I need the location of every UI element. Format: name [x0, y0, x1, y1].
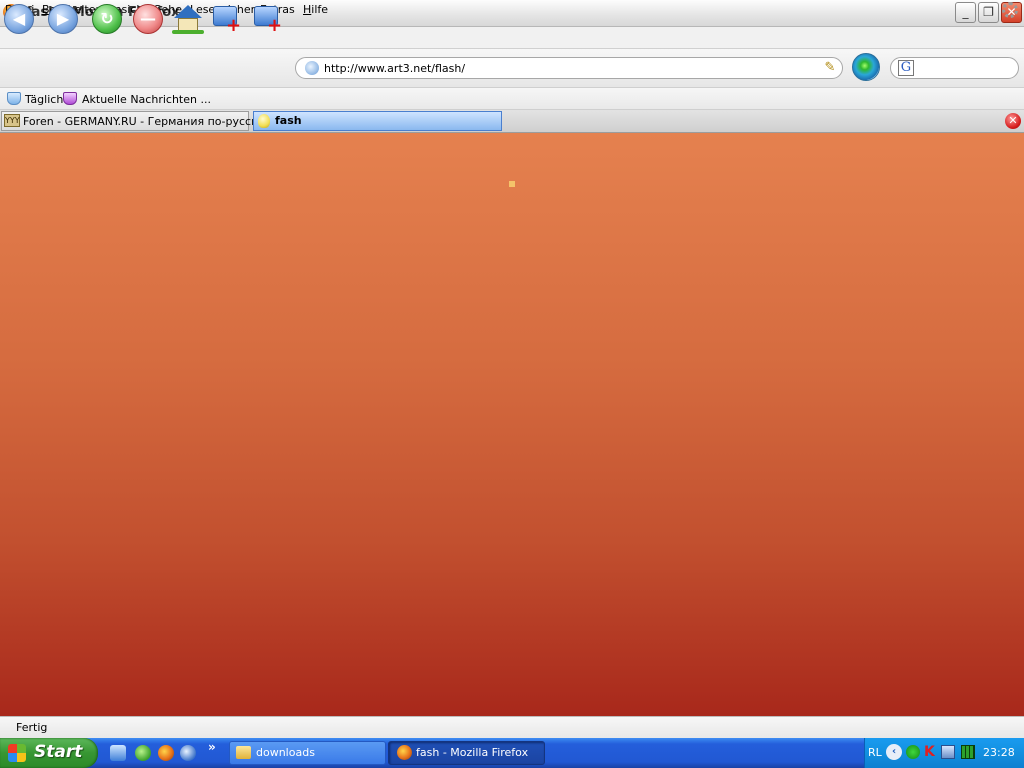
status-bar	[0, 716, 1024, 739]
show-desktop-icon[interactable]	[110, 745, 126, 761]
quicklaunch-more-button[interactable]: »	[208, 740, 216, 754]
firefox-quicklaunch-icon[interactable]	[158, 745, 174, 761]
folder-icon	[236, 746, 251, 759]
tray-k-icon[interactable]: K	[924, 745, 938, 759]
back-arrow-icon: ◀	[12, 9, 26, 28]
plus-icon: +	[226, 15, 242, 36]
tray-green-icon[interactable]	[906, 745, 920, 759]
live-bookmark-icon	[63, 92, 77, 105]
task-firefox-label: fash - Mozilla Firefox	[416, 746, 529, 759]
menu-hilfe[interactable]: Hilfe	[303, 3, 328, 16]
reload-icon: ↻	[100, 9, 114, 28]
status-text: Fertig	[16, 721, 48, 734]
firefox-icon	[397, 745, 412, 760]
new-tab-button[interactable]: +	[253, 4, 283, 36]
stop-icon: —	[140, 9, 156, 28]
start-label: Start	[34, 742, 83, 762]
bookmark-folder-icon	[7, 92, 21, 105]
tray-network-icon[interactable]	[941, 745, 955, 759]
flash-dot	[509, 181, 515, 187]
media-player-icon[interactable]	[180, 745, 196, 761]
tab-label: Foren - GERMANY.RU - Германия по-русски	[23, 115, 265, 128]
bookmark-aktuelle-nachrichten[interactable]: Aktuelle Nachrichten ...	[82, 93, 211, 106]
throbber-icon	[1002, 2, 1018, 18]
tray-expand-button[interactable]: ‹	[886, 744, 902, 760]
bookmark-taeglich[interactable]: Täglich	[25, 93, 63, 106]
bookmark-add-button[interactable]: +	[212, 4, 242, 36]
plus-icon: +	[267, 15, 283, 36]
page-content-flash[interactable]	[0, 133, 1024, 716]
google-icon[interactable]: G	[898, 60, 914, 76]
go-button[interactable]	[852, 53, 880, 81]
task-downloads-label: downloads	[256, 746, 315, 759]
home-button[interactable]	[172, 3, 204, 35]
lightbulb-favicon-icon	[258, 114, 270, 128]
germany-ru-favicon-icon: YYY	[4, 114, 20, 127]
site-globe-icon	[305, 61, 319, 75]
tab-label: fash	[275, 114, 302, 127]
windows-logo-icon	[8, 744, 26, 762]
language-indicator[interactable]: RL	[868, 746, 882, 759]
home-roof-icon	[174, 5, 202, 18]
maximize-button[interactable]: ❐	[978, 2, 999, 23]
url-dropmarker-icon[interactable]: ✎	[822, 60, 838, 76]
forward-arrow-icon: ▶	[56, 9, 70, 28]
close-tab-button[interactable]: ✕	[1005, 113, 1021, 129]
forward-button[interactable]: ▶	[48, 4, 78, 34]
home-grass-icon	[172, 30, 204, 34]
messenger-icon[interactable]	[135, 745, 151, 761]
url-input[interactable]: http://www.art3.net/flash/	[324, 62, 465, 75]
minimize-button[interactable]: _	[955, 2, 976, 23]
stop-button[interactable]: —	[133, 4, 163, 34]
tray-meter-icon[interactable]	[961, 745, 975, 759]
back-button[interactable]: ◀	[4, 4, 34, 34]
reload-button[interactable]: ↻	[92, 4, 122, 34]
tray-clock: 23:28	[983, 746, 1015, 759]
